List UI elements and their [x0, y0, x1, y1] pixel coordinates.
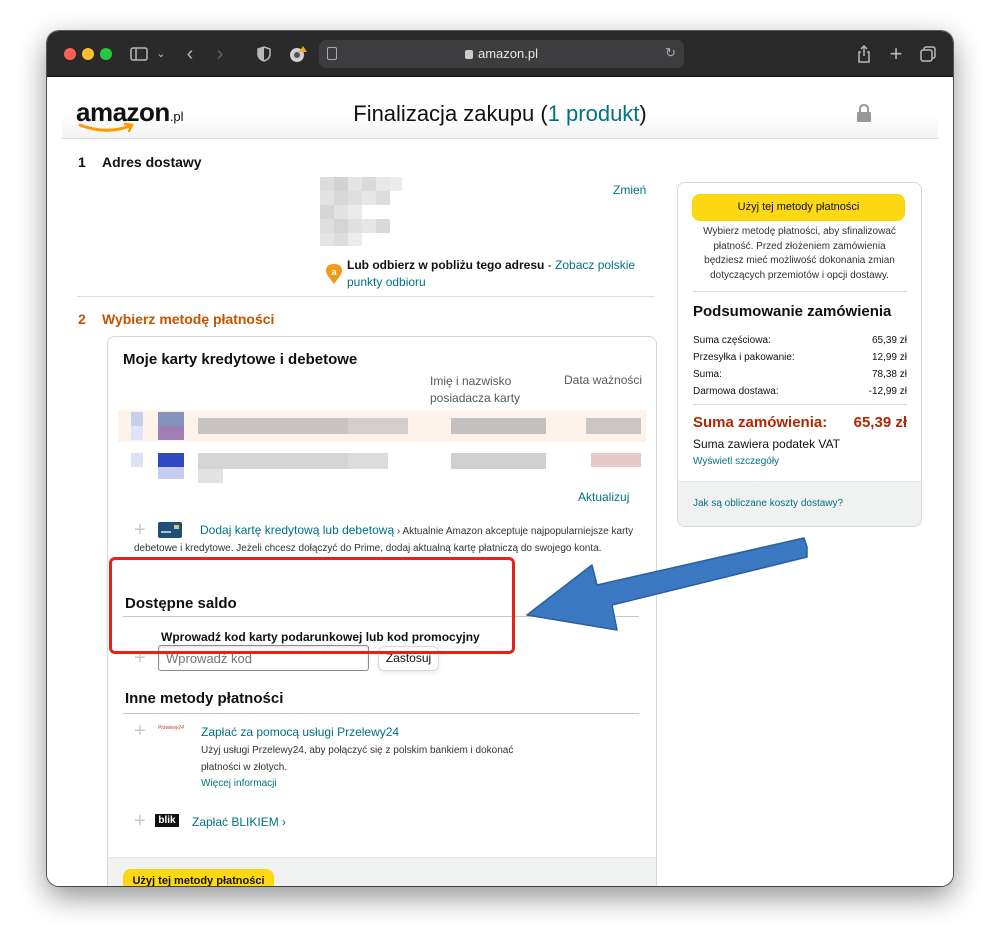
show-details-link[interactable]: Wyświetl szczegóły: [693, 456, 779, 467]
other-methods-heading: Inne metody płatności: [125, 690, 284, 707]
checkout-page: amazon.pl Finalizacja zakupu (1 produkt)…: [47, 77, 953, 886]
address-bar[interactable]: amazon.pl ↻: [319, 40, 684, 68]
blik-link-label: Zapłać BLIKIEM: [192, 815, 279, 829]
summary-total-divider: [693, 404, 907, 405]
pickup-text: Lub odbierz w pobliżu tego adresu - Zoba…: [347, 257, 652, 291]
summary-row: Suma: 78,38 zł: [693, 369, 907, 380]
checkout-header: amazon.pl Finalizacja zakupu (1 produkt): [62, 77, 938, 139]
extension-icon[interactable]: [287, 43, 309, 65]
summary-footer: Jak są obliczane koszty dostawy?: [678, 481, 921, 526]
add-card-link[interactable]: Dodaj kartę kredytową lub debetową: [200, 523, 394, 537]
new-tab-icon[interactable]: +: [887, 43, 905, 65]
change-address-link[interactable]: Zmień: [613, 183, 646, 197]
pickup-pin-icon: a: [326, 264, 342, 284]
payment-footer: Użyj tej metody płatności: [108, 857, 656, 886]
summary-divider: [693, 291, 907, 292]
address-heading: Adres dostawy: [102, 154, 202, 170]
order-total: Suma zamówienia: 65,39 zł: [693, 414, 907, 431]
przelewy24-logo: Przelewy24: [158, 725, 184, 731]
zoom-window-button[interactable]: [100, 48, 112, 60]
cart-items-link[interactable]: 1 produkt: [548, 101, 640, 126]
address-redacted-image: [320, 177, 402, 246]
use-payment-method-top-button[interactable]: Użyj tej metody płatności: [692, 194, 905, 221]
privacy-shield-icon[interactable]: [255, 43, 273, 65]
p24-description: Użyj usługi Przelewy24, aby połączyć się…: [201, 745, 514, 773]
summary-row-label: Suma:: [693, 369, 722, 380]
summary-row: Przesyłka i pakowanie: 12,99 zł: [693, 352, 907, 363]
saved-card-row-2[interactable]: [118, 447, 646, 485]
update-cards-link[interactable]: Aktualizuj: [578, 490, 629, 504]
payment-heading: Wybierz metodę płatności: [102, 311, 275, 327]
blik-link[interactable]: Zapłać BLIKIEM ›: [192, 815, 286, 829]
step-2-number: 2: [78, 311, 86, 327]
chevron-down-icon[interactable]: ⌄: [155, 43, 167, 65]
highlight-frame: [109, 557, 515, 654]
summary-row-label: Darmowa dostawa:: [693, 386, 779, 397]
url-text: amazon.pl: [319, 46, 684, 61]
card-holder-column-header: Imię i nazwisko posiadacza karty: [430, 374, 521, 405]
step-1-number: 1: [78, 154, 86, 170]
url-label: amazon.pl: [478, 46, 538, 61]
p24-more-info-link[interactable]: Więcej informacji: [201, 778, 277, 789]
section-divider: [77, 296, 655, 297]
lock-small-icon: [465, 50, 473, 59]
p24-link[interactable]: Zapłać za pomocą usługi Przelewy24: [201, 725, 399, 739]
reload-icon[interactable]: ↻: [665, 45, 676, 61]
summary-heading: Podsumowanie zamówienia: [693, 303, 892, 320]
order-total-value: 65,39 zł: [853, 414, 907, 431]
annotation-arrow-icon: [526, 537, 808, 631]
summary-info-text: Wybierz metodę płatności, aby sfinalizow…: [703, 226, 896, 281]
summary-row-label: Przesyłka i pakowanie:: [693, 352, 795, 363]
summary-row-value: 65,39 zł: [871, 335, 907, 346]
minimize-window-button[interactable]: [82, 48, 94, 60]
other-methods-divider: [123, 713, 639, 714]
summary-row-value: -12,99 zł: [868, 386, 907, 397]
title-prefix: Finalizacja zakupu (: [353, 101, 548, 126]
summary-row-value: 78,38 zł: [871, 369, 907, 380]
sidebar-icon[interactable]: [129, 43, 149, 65]
pickup-dash: -: [544, 258, 556, 272]
summary-row-value: 12,99 zł: [871, 352, 907, 363]
p24-plus-icon[interactable]: +: [134, 721, 146, 741]
summary-row: Suma częściowa: 65,39 zł: [693, 335, 907, 346]
blik-plus-icon[interactable]: +: [134, 811, 146, 831]
back-icon[interactable]: ‹: [182, 43, 198, 65]
browser-window: ⌄ ‹ › amazon.pl ↻ + amazon.pl Finalizacj…: [47, 31, 953, 886]
cards-heading: Moje karty kredytowe i debetowe: [123, 351, 358, 368]
pickup-label: Lub odbierz w pobliżu tego adresu: [347, 258, 545, 272]
share-icon[interactable]: [855, 43, 873, 65]
shipping-cost-link[interactable]: Jak są obliczane koszty dostawy?: [693, 498, 843, 509]
close-window-button[interactable]: [64, 48, 76, 60]
title-suffix: ): [639, 101, 647, 126]
blik-chevron: ›: [282, 815, 287, 829]
blik-logo: blik: [155, 814, 179, 827]
lock-icon: [857, 104, 871, 122]
saved-card-row-1[interactable]: [118, 410, 646, 442]
summary-row: Darmowa dostawa: -12,99 zł: [693, 386, 907, 397]
tab-overview-icon[interactable]: [919, 43, 937, 65]
order-total-label: Suma zamówienia:: [693, 414, 828, 431]
vat-text: Suma zawiera podatek VAT: [693, 437, 840, 451]
order-summary-box: Użyj tej metody płatności Wybierz metodę…: [677, 182, 922, 527]
summary-row-label: Suma częściowa:: [693, 335, 771, 346]
add-card-chevron: ›: [396, 526, 401, 537]
expiry-column-header: Data ważności: [564, 373, 643, 387]
use-payment-method-button[interactable]: Użyj tej metody płatności: [123, 869, 274, 886]
page-title: Finalizacja zakupu (1 produkt): [62, 101, 938, 127]
forward-icon[interactable]: ›: [212, 43, 228, 65]
browser-toolbar: ⌄ ‹ › amazon.pl ↻ +: [47, 31, 953, 77]
